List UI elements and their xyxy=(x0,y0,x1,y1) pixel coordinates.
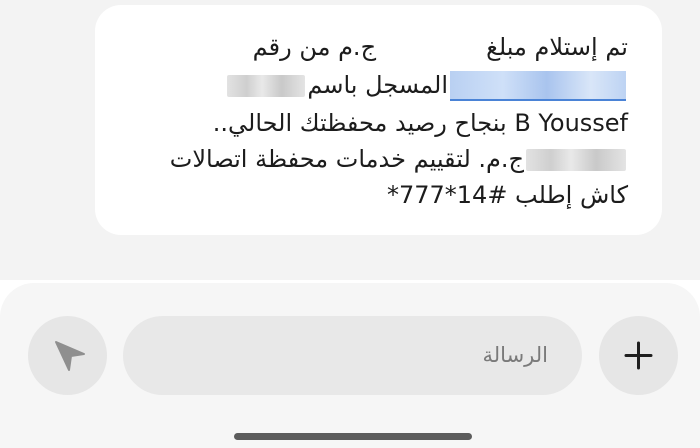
message-input-placeholder: الرسالة xyxy=(482,343,548,367)
message-text: تم إستلام مبلغ xyxy=(486,33,628,61)
message-thread: تم إستلام مبلغ ج.م من رقم المسجل باسم B Y… xyxy=(0,0,700,280)
message-text: المسجل باسم xyxy=(307,71,448,99)
redacted-name xyxy=(227,75,306,97)
message-line-3: B Youssef بنجاح رصيد محفظتك الحالي.. xyxy=(212,109,628,137)
composer-bar: الرسالة xyxy=(0,283,700,448)
message-line-4: ج.م. لتقييم خدمات محفظة اتصالات xyxy=(170,141,628,177)
message-text: ج.م. لتقييم خدمات محفظة اتصالات xyxy=(169,145,524,173)
send-button[interactable] xyxy=(28,316,107,395)
redacted-balance xyxy=(526,149,626,171)
message-line-5: كاش إطلب #14*777* xyxy=(386,181,628,209)
plus-icon xyxy=(624,341,653,370)
home-indicator[interactable] xyxy=(234,433,472,440)
message-input[interactable]: الرسالة xyxy=(123,316,582,395)
send-arrow-icon xyxy=(55,341,85,371)
add-attachment-button[interactable] xyxy=(599,316,678,395)
incoming-message-bubble[interactable]: تم إستلام مبلغ ج.م من رقم المسجل باسم B Y… xyxy=(95,5,662,235)
phone-number-link[interactable] xyxy=(450,71,626,101)
message-line-1: تم إستلام مبلغ ج.م من رقم xyxy=(253,29,628,65)
message-text: ج.م من رقم xyxy=(252,33,377,61)
message-line-2: المسجل باسم xyxy=(225,67,628,103)
